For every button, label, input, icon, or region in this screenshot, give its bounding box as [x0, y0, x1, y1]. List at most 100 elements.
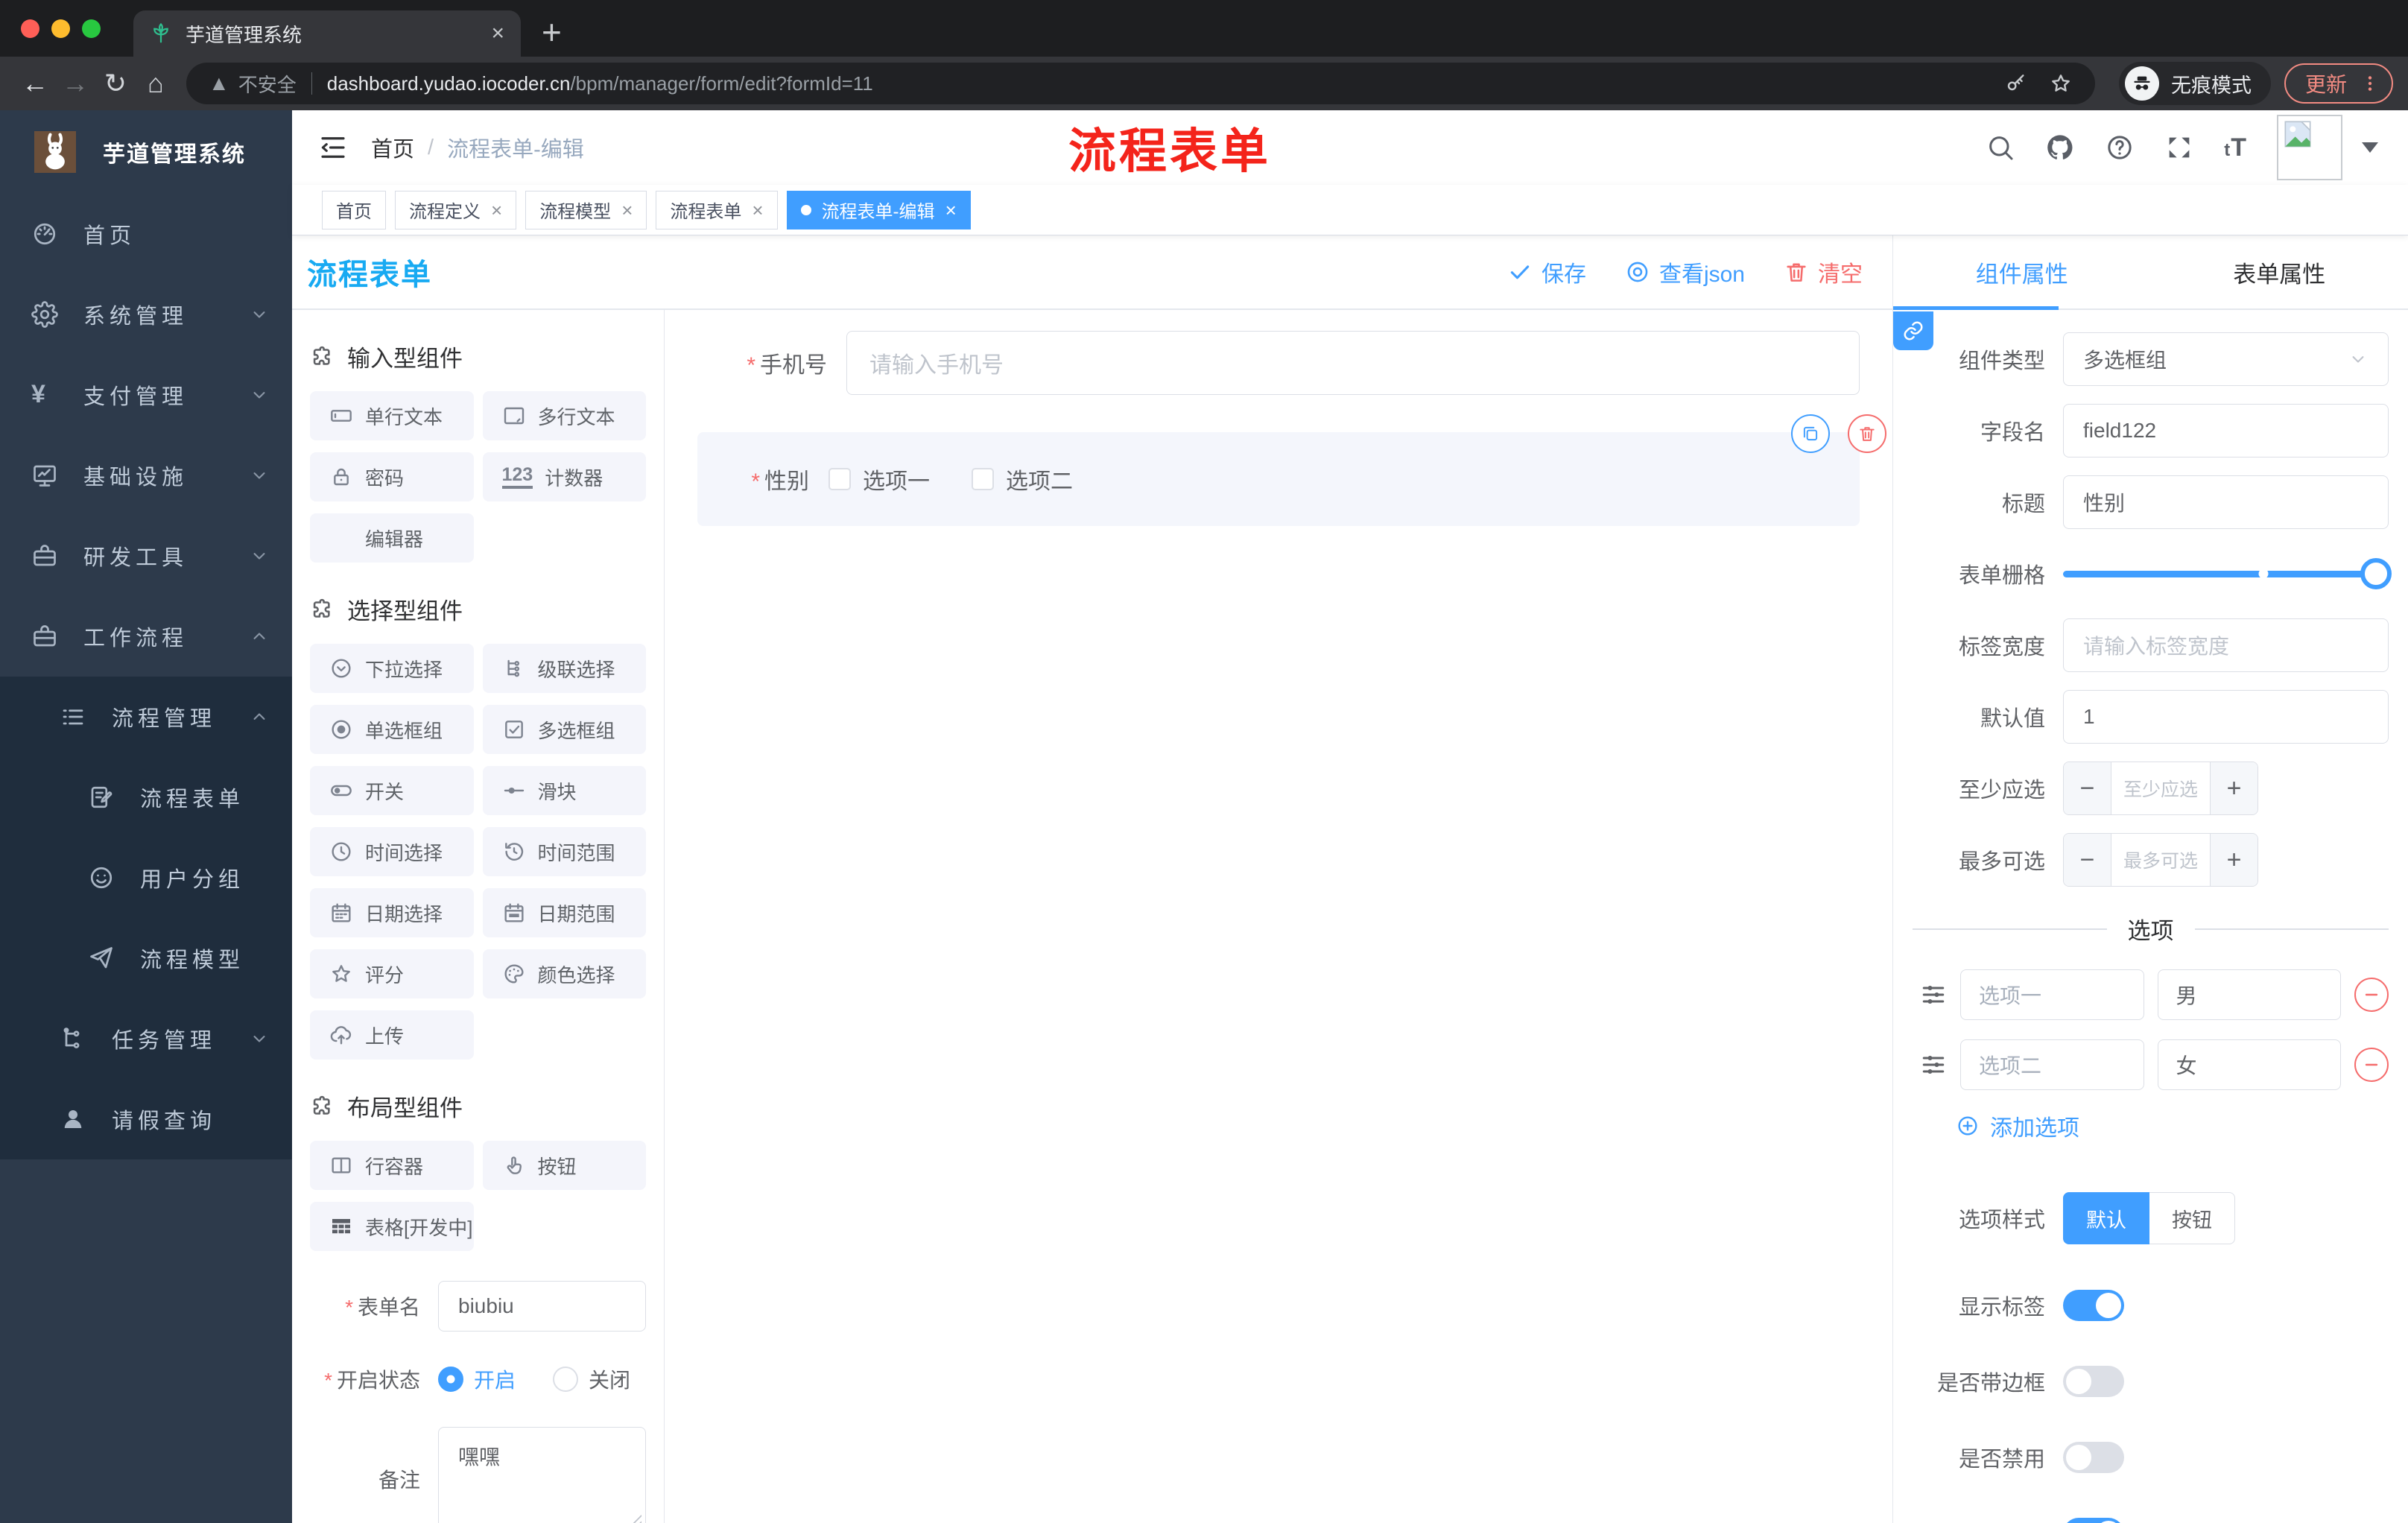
slider-thumb[interactable] [2360, 558, 2392, 589]
style-default-button[interactable]: 默认 [2063, 1192, 2149, 1244]
fullscreen-icon[interactable] [2164, 133, 2194, 162]
close-window-button[interactable] [21, 19, 39, 38]
close-tab-icon[interactable]: × [491, 200, 502, 220]
sidebar-item-process-manage[interactable]: 流程管理 [0, 677, 292, 757]
component-color-picker[interactable]: 颜色选择 [482, 949, 646, 998]
reload-icon[interactable]: ↻ [95, 63, 136, 104]
default-value-input[interactable]: 1 [2063, 690, 2389, 744]
view-json-button[interactable]: 查看json [1625, 256, 1745, 288]
search-icon[interactable] [1986, 133, 2015, 162]
label-width-input[interactable]: 请输入标签宽度 [2063, 618, 2389, 672]
tab-component-props[interactable]: 组件属性 [1893, 235, 2151, 308]
new-tab-button[interactable]: + [542, 15, 562, 49]
form-name-input[interactable]: biubiu [438, 1281, 646, 1332]
address-bar[interactable]: ▲ 不安全 dashboard.yudao.iocoder.cn /bpm/ma… [186, 63, 2095, 104]
browser-update-button[interactable]: 更新 [2284, 63, 2393, 104]
min-select-input[interactable]: 至少应选 [2111, 762, 2210, 814]
sidebar-item-home[interactable]: 首页 [0, 194, 292, 274]
help-icon[interactable] [2105, 133, 2135, 162]
show-label-toggle[interactable] [2063, 1290, 2124, 1321]
component-cascade[interactable]: 级联选择 [482, 644, 646, 693]
component-time-range[interactable]: 时间范围 [482, 827, 646, 876]
component-slider[interactable]: 滑块 [482, 766, 646, 815]
minimize-window-button[interactable] [51, 19, 70, 38]
browser-tab[interactable]: 芋道管理系统 × [133, 10, 521, 57]
remark-textarea[interactable]: 嘿嘿 [438, 1427, 646, 1523]
sidebar-item-system[interactable]: 系统管理 [0, 274, 292, 355]
component-dropdown[interactable]: 下拉选择 [310, 644, 474, 693]
breadcrumb-home[interactable]: 首页 [371, 132, 414, 163]
status-on-radio[interactable]: 开启 [438, 1364, 516, 1394]
phone-input[interactable]: 请输入手机号 [846, 331, 1860, 395]
sidebar-item-infra[interactable]: 基础设施 [0, 435, 292, 516]
gender-option-1-checkbox[interactable]: 选项一 [828, 463, 930, 495]
window-controls[interactable] [0, 0, 133, 57]
stepper-minus-button[interactable]: − [2064, 762, 2111, 814]
canvas-phone-field[interactable]: 手机号 请输入手机号 [697, 331, 1860, 395]
component-time-picker[interactable]: 时间选择 [310, 827, 474, 876]
close-tab-icon[interactable]: × [752, 200, 763, 220]
sidebar-item-payment[interactable]: ¥ 支付管理 [0, 355, 292, 435]
field-link-tag[interactable] [1893, 311, 1933, 350]
tab-form-props[interactable]: 表单属性 [2151, 235, 2408, 308]
canvas-gender-field-selected[interactable]: 性别 选项一 选项二 [697, 414, 1886, 526]
view-tab-home[interactable]: 首页 [322, 190, 386, 229]
maximize-window-button[interactable] [82, 19, 101, 38]
field-name-input[interactable]: field122 [2063, 404, 2389, 457]
view-tab-process-form-edit[interactable]: 流程表单-编辑 × [786, 190, 971, 229]
max-select-input[interactable]: 最多可选 [2111, 834, 2210, 886]
add-option-button[interactable]: 添加选项 [1956, 1109, 2389, 1142]
sidebar-item-leave-query[interactable]: 请假查询 [0, 1079, 292, 1159]
stepper-minus-button[interactable]: − [2064, 834, 2111, 886]
component-table[interactable]: 表格[开发中] [310, 1202, 474, 1251]
component-counter[interactable]: 123 计数器 [482, 452, 646, 501]
option-1-label-input[interactable]: 选项一 [1960, 969, 2144, 1020]
component-date-range[interactable]: 日期范围 [482, 888, 646, 937]
bookmark-star-icon[interactable] [2049, 72, 2073, 95]
gender-option-2-checkbox[interactable]: 选项二 [972, 463, 1073, 495]
sidebar-item-workflow[interactable]: 工作流程 [0, 596, 292, 677]
option-2-label-input[interactable]: 选项二 [1960, 1039, 2144, 1090]
component-date-picker[interactable]: 日期选择 [310, 888, 474, 937]
component-upload[interactable]: 上传 [310, 1010, 474, 1060]
view-tab-process-model[interactable]: 流程模型 × [525, 190, 647, 229]
component-password[interactable]: 密码 [310, 452, 474, 501]
close-tab-icon[interactable]: × [491, 22, 504, 45]
sidebar-item-process-model[interactable]: 流程模型 [0, 918, 292, 998]
view-tab-process-form[interactable]: 流程表单 × [656, 190, 778, 229]
save-button[interactable]: 保存 [1507, 256, 1586, 288]
password-key-icon[interactable] [2004, 72, 2028, 95]
component-rate[interactable]: 评分 [310, 949, 474, 998]
close-tab-icon[interactable]: × [945, 200, 957, 220]
sidebar-item-user-group[interactable]: 用户分组 [0, 838, 292, 918]
home-icon[interactable]: ⌂ [136, 63, 176, 104]
option-2-value-input[interactable]: 女 [2157, 1039, 2341, 1090]
component-multi-text[interactable]: 多行文本 [482, 391, 646, 440]
text-size-icon[interactable]: tT [2224, 133, 2247, 162]
delete-field-button[interactable] [1848, 414, 1886, 453]
style-button-button[interactable]: 按钮 [2149, 1192, 2235, 1244]
sidebar-collapse-icon[interactable] [317, 132, 349, 163]
remove-option-button[interactable] [2354, 978, 2389, 1012]
border-toggle[interactable] [2063, 1366, 2124, 1397]
sidebar-item-task-manage[interactable]: 任务管理 [0, 998, 292, 1079]
sidebar-item-process-form[interactable]: 流程表单 [0, 757, 292, 838]
avatar[interactable] [2277, 115, 2342, 180]
drag-handle-icon[interactable] [1920, 981, 1947, 1008]
stepper-plus-button[interactable]: + [2210, 762, 2258, 814]
github-icon[interactable] [2045, 133, 2075, 162]
drag-handle-icon[interactable] [1920, 1051, 1947, 1078]
avatar-caret-icon[interactable] [2362, 142, 2378, 153]
disabled-toggle[interactable] [2063, 1442, 2124, 1473]
component-single-text[interactable]: 单行文本 [310, 391, 474, 440]
close-tab-icon[interactable]: × [621, 200, 633, 220]
stepper-plus-button[interactable]: + [2210, 834, 2258, 886]
incognito-chip[interactable]: 无痕模式 [2118, 62, 2271, 105]
view-tab-process-def[interactable]: 流程定义 × [395, 190, 517, 229]
component-row-container[interactable]: 行容器 [310, 1141, 474, 1190]
forward-icon[interactable]: → [55, 63, 95, 104]
back-icon[interactable]: ← [15, 63, 55, 104]
component-switch[interactable]: 开关 [310, 766, 474, 815]
component-button[interactable]: 按钮 [482, 1141, 646, 1190]
option-1-value-input[interactable]: 男 [2157, 969, 2341, 1020]
